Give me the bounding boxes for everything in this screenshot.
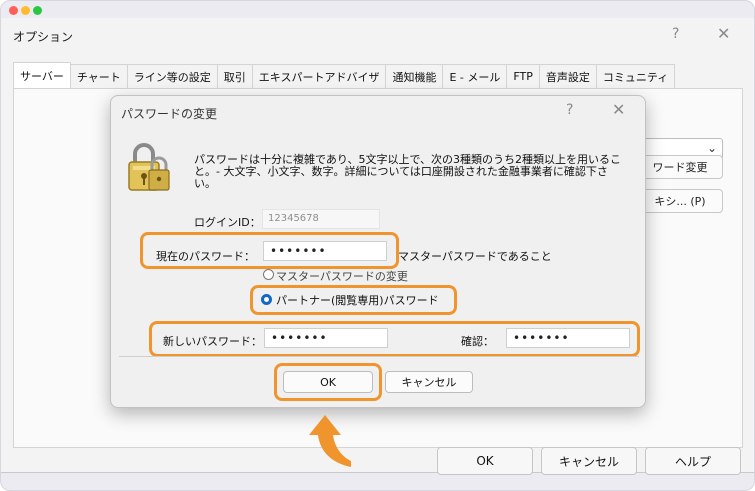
change-password-button[interactable]: ワード変更 [637,155,723,179]
change-master-radio[interactable] [263,269,274,280]
app-frame: オプション ? ✕ サーバー チャート ライン等の設定 取引 エキスパートアドバ… [0,0,755,491]
partner-password-label: パートナー(閲覧専用)パスワード [276,294,439,307]
tab-expert-advisor[interactable]: エキスパートアドバイザ [251,64,387,88]
tab-chart[interactable]: チャート [69,64,128,88]
dialog-cancel-button[interactable]: キャンセル [385,371,473,393]
change-master-label: マスターパスワードの変更 [276,270,408,283]
confirm-password-field[interactable]: ••••••• [506,328,630,348]
tab-server[interactable]: サーバー [13,62,71,88]
dialog-help-icon[interactable]: ? [566,102,573,118]
chevron-down-icon: ⌄ [706,141,717,155]
options-tabs: サーバー チャート ライン等の設定 取引 エキスパートアドバイザ 通知機能 E … [13,62,676,88]
close-window-dot[interactable] [9,6,18,15]
tab-sound[interactable]: 音声設定 [538,64,597,88]
new-password-label: 新しいパスワード： [163,335,262,348]
window-controls [9,6,42,15]
help-icon[interactable]: ? [672,26,679,42]
login-id-label: ログインID： [194,216,261,229]
current-password-highlight [140,232,399,269]
help-button[interactable]: ヘルプ [645,447,741,475]
master-password-label: マスターパスワードであること [398,250,552,263]
dialog-divider [119,356,639,357]
ok-button[interactable]: OK [437,447,533,475]
change-password-dialog: パスワードの変更 ? ✕ パスワードは十分に複雑であり、5文字以上で、次の3種類… [110,95,646,408]
zoom-window-dot[interactable] [33,6,42,15]
tab-trade[interactable]: 取引 [216,64,253,88]
close-icon[interactable]: ✕ [717,24,730,43]
options-title: オプション [13,30,74,44]
arrow-up-icon [309,415,351,467]
proxy-button[interactable]: キシ... (P) [637,189,723,213]
dialog-description: パスワードは十分に複雑であり、5文字以上で、次の3種類のうち2種類以上を用いるこ… [194,153,622,190]
tab-notifications[interactable]: 通知機能 [385,64,444,88]
dialog-ok-button[interactable]: OK [283,371,373,393]
lock-icon [128,143,170,191]
tab-community[interactable]: コミュニティ [595,64,676,88]
new-password-field[interactable]: ••••••• [264,328,388,348]
tab-email[interactable]: E - メール [442,64,508,88]
minimize-window-dot[interactable] [21,6,30,15]
confirm-label: 確認： [461,335,494,348]
cancel-button[interactable]: キャンセル [541,447,637,475]
tab-ftp[interactable]: FTP [506,64,540,88]
partner-password-radio[interactable] [261,294,272,305]
login-id-value: 12345678 [262,209,380,229]
dialog-title: パスワードの変更 [121,107,218,121]
dialog-close-icon[interactable]: ✕ [612,100,625,119]
tab-line-settings[interactable]: ライン等の設定 [126,64,218,88]
